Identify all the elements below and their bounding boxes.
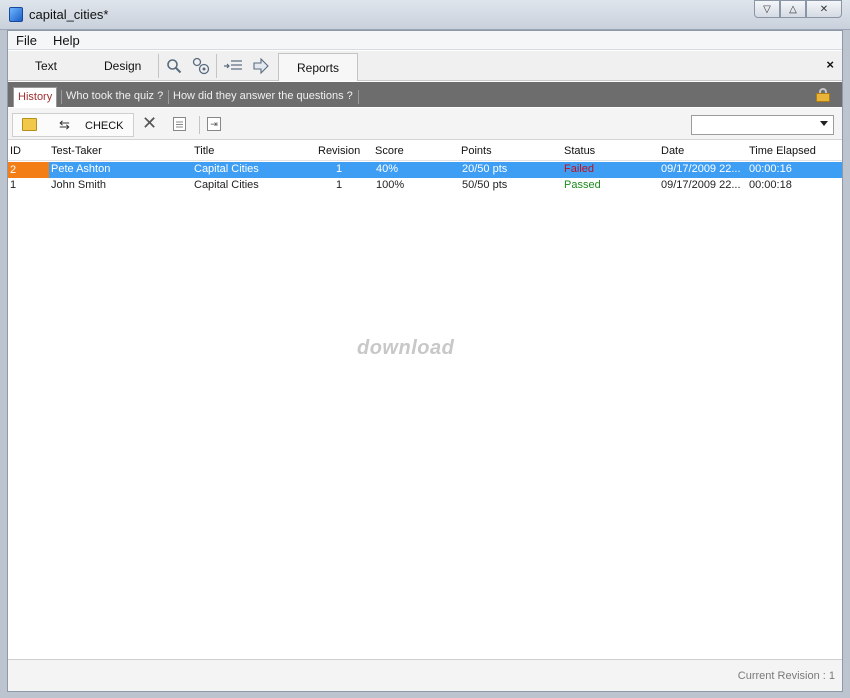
report-subtab-bar: History Who took the quiz ? How did they…: [8, 82, 842, 107]
cell-revision: 1: [336, 163, 343, 175]
tab-history[interactable]: History: [13, 87, 58, 107]
col-time-elapsed[interactable]: Time Elapsed: [749, 145, 816, 157]
cell-points: 50/50 pts: [462, 179, 508, 191]
lock-icon[interactable]: [816, 88, 830, 102]
tab-how-answered[interactable]: How did they answer the questions ?: [169, 87, 357, 107]
action-separator: [199, 116, 200, 134]
window-controls: ▽ △ ✕: [754, 0, 842, 18]
app-cube-icon: [9, 7, 23, 22]
cell-time-elapsed: 00:00:18: [749, 179, 792, 191]
menu-bar: File Help: [8, 31, 842, 50]
table-row[interactable]: 1 John Smith Capital Cities 1 100% 50/50…: [8, 178, 842, 194]
cell-status-passed: Passed: [564, 179, 601, 191]
subtab-separator: [358, 90, 359, 104]
cell-points: 20/50 pts: [462, 163, 508, 175]
history-table: ID Test-Taker Title Revision Score Point…: [8, 141, 842, 659]
download-watermark: download: [357, 337, 455, 359]
close-panel-button[interactable]: ×: [826, 57, 834, 72]
arrow-right-icon[interactable]: [251, 56, 271, 76]
text-mode-button[interactable]: Text: [35, 59, 57, 73]
cell-title: Capital Cities: [194, 163, 259, 175]
filter-dropdown[interactable]: [691, 115, 834, 135]
col-score[interactable]: Score: [375, 145, 404, 157]
cell-title: Capital Cities: [194, 179, 259, 191]
cell-revision: 1: [336, 179, 343, 191]
col-date[interactable]: Date: [661, 145, 684, 157]
cell-status-failed: Failed: [564, 163, 594, 175]
cell-score: 40%: [376, 163, 399, 175]
main-toolbar: Text Design Reports ×: [8, 51, 842, 81]
window-title: capital_cities*: [29, 7, 109, 22]
title-bar[interactable]: capital_cities* ▽ △ ✕: [0, 0, 850, 30]
tab-who-took-quiz[interactable]: Who took the quiz ?: [62, 87, 167, 107]
close-window-button[interactable]: ✕: [806, 0, 842, 18]
current-revision-text: Current Revision : 1: [737, 670, 835, 682]
status-bar: Current Revision : 1: [8, 659, 842, 691]
cell-score: 100%: [376, 179, 405, 191]
cell-test-taker: John Smith: [51, 179, 107, 191]
menu-help[interactable]: Help: [45, 31, 88, 50]
restore-button[interactable]: △: [780, 0, 806, 18]
toolbar-separator: [158, 54, 159, 78]
indent-list-icon[interactable]: [223, 56, 243, 76]
reports-tab[interactable]: Reports: [278, 53, 358, 81]
col-points[interactable]: Points: [461, 145, 492, 157]
app-window: capital_cities* ▽ △ ✕ File Help Text Des…: [0, 0, 850, 698]
history-action-bar: ⇆ CHECK ✕ ⇥: [8, 108, 842, 140]
cell-time-elapsed: 00:00:16: [749, 163, 792, 175]
col-title[interactable]: Title: [194, 145, 214, 157]
check-button[interactable]: CHECK: [85, 120, 124, 132]
cell-date: 09/17/2009 22...: [661, 163, 741, 175]
col-revision[interactable]: Revision: [318, 145, 360, 157]
export-icon[interactable]: ⇥: [207, 117, 221, 131]
details-doc-icon[interactable]: [173, 117, 186, 131]
search-icon[interactable]: [164, 56, 184, 76]
cell-id: 2: [8, 162, 49, 178]
chevron-down-icon[interactable]: [820, 121, 828, 126]
client-area: File Help Text Design Reports × History …: [7, 30, 843, 692]
table-row[interactable]: 2 Pete Ashton Capital Cities 1 40% 20/50…: [8, 162, 842, 178]
swap-arrows-icon: ⇆: [59, 117, 70, 132]
delete-icon[interactable]: ✕: [142, 113, 157, 133]
folder-open-icon[interactable]: [22, 118, 37, 131]
design-mode-button[interactable]: Design: [104, 59, 141, 73]
menu-file[interactable]: File: [8, 31, 45, 50]
table-header: ID Test-Taker Title Revision Score Point…: [8, 141, 842, 161]
find-replace-icon[interactable]: [191, 56, 211, 76]
cell-id: 1: [10, 179, 17, 191]
toolbar-separator: [216, 54, 217, 78]
cell-date: 09/17/2009 22...: [661, 179, 741, 191]
col-test-taker[interactable]: Test-Taker: [51, 145, 102, 157]
open-check-group: ⇆ CHECK: [12, 113, 134, 137]
cell-test-taker: Pete Ashton: [51, 163, 111, 175]
col-status[interactable]: Status: [564, 145, 595, 157]
minimize-button[interactable]: ▽: [754, 0, 780, 18]
col-id[interactable]: ID: [10, 145, 21, 157]
